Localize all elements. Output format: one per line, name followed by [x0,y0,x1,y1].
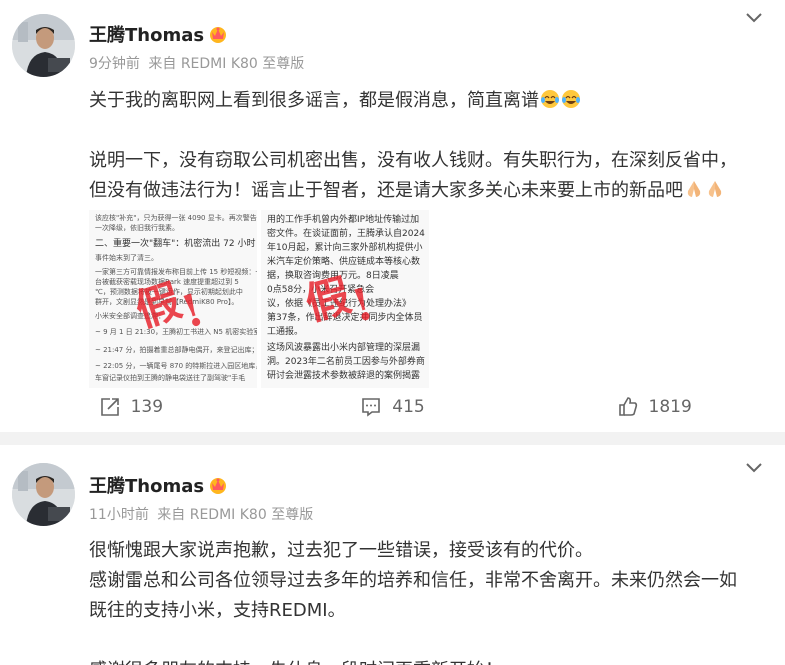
user-name-text[interactable]: 王腾Thomas [89,25,204,46]
post-text-line: 说明一下，没有窃取公司机密出售，没有收人钱财。有失职行为，在深刻反省中， [89,150,737,171]
image-text-line: 研讨会泄露技术参数被辞退的案例揭露 [267,371,421,381]
comment-button[interactable]: 415 [262,387,524,427]
pray-emoji [687,181,701,197]
post-meta: 9分钟前 来自 REDMI K80 至尊版 [89,53,308,73]
image-text-line: 米汽车定价策略、供应链成本等核心数 [267,257,421,267]
post-text-line: 很惭愧跟大家说声抱歉，过去犯了一些错误，接受该有的代价。 [89,540,593,561]
laugh-cry-emoji [562,90,580,108]
avatar-photo [12,463,75,526]
image-text-line: 年10月起，累计向三家外部机构提供小 [267,243,423,253]
post-image-1[interactable]: 该应核"补充"，只为获得一张 4090 显卡。再次警告， 一次降级，依旧我行我素… [89,210,257,388]
vip-crown-icon [210,27,227,43]
post-text-line: 感谢雷总和公司各位领导过去多年的培养和信任，非常不舍离开。未来仍然会一如 [89,570,737,591]
user-avatar[interactable] [12,14,75,77]
image-text-line: 洞。2023年二名前员工因参与外部券商 [267,357,425,367]
image-text-line: 该应核"补充"，只为获得一张 4090 显卡。再次警告， [95,214,257,222]
post-text-line: 关于我的离职网上看到很多谣言，都是假消息，简直离谱 [89,86,769,116]
image-text-line: 车窗记录仪拍到王腾的静电袋送往了副驾驶"手毛 [95,374,246,382]
avatar-photo [12,14,75,77]
vip-crown-icon [210,478,227,494]
user-avatar[interactable] [12,463,75,526]
user-name-text[interactable]: 王腾Thomas [89,476,204,497]
post-image-2[interactable]: 用的工作手机曾内外都IP地址传输过加 密文件。在谈证面前，王腾承认自2024 年… [261,210,429,388]
image-text-line: 一次降级，依旧我行我素。 [95,224,179,232]
post-actions: 139 415 1819 [0,387,785,427]
post-text-line: 既往的支持小米，支持REDMI。 [89,600,346,621]
chevron-down-icon[interactable] [745,462,763,474]
post-text-line [89,116,769,146]
chevron-down-icon[interactable] [745,12,763,24]
post-source: 来自 REDMI K80 至尊版 [157,507,314,523]
weibo-feed: 王腾Thomas 9分钟前 来自 REDMI K80 至尊版 关于我的离职网上看… [0,0,785,665]
like-count: 1819 [648,397,692,417]
share-icon [100,398,119,416]
post-card: 王腾Thomas 9分钟前 来自 REDMI K80 至尊版 关于我的离职网上看… [0,0,785,432]
user-name[interactable]: 王腾Thomas [89,21,228,47]
post-text: 关于我的离职网上看到很多谣言，都是假消息，简直离谱 说明一下，没有窃取公司机密出… [89,86,769,206]
post-images: 该应核"补充"，只为获得一张 4090 显卡。再次警告， 一次降级，依旧我行我素… [89,210,429,388]
like-button[interactable]: 1819 [523,387,785,427]
comment-icon [362,398,381,417]
laugh-cry-emoji [541,90,559,108]
post-text-line [89,626,769,656]
image-text-line: 这场风波暴露出小米内部管理的深层漏 [267,343,421,353]
post-time[interactable]: 11小时前 [89,507,149,523]
user-name[interactable]: 王腾Thomas [89,472,228,498]
like-icon [618,397,637,416]
comment-count: 415 [392,397,425,417]
share-count: 139 [130,397,164,417]
pray-emoji [708,181,722,197]
post-meta: 11小时前 来自 REDMI K80 至尊版 [89,504,317,524]
image-text-line: 一家第三方可靠情报发布称目前上传 15 秒短视频：一 [95,268,257,276]
post-text-line: 但没有做违法行为！谣言止于智者，还是请大家多关心未来要上市的新品吧 [89,176,769,206]
post-time[interactable]: 9分钟前 [89,56,140,72]
post-card: 王腾Thomas 11小时前 来自 REDMI K80 至尊版 很惭愧跟大家说声… [0,445,785,665]
image-text-line: 二、重要一次"翻车"：机密流出 72 小时 [95,239,256,249]
post-source: 来自 REDMI K80 至尊版 [148,56,305,72]
post-text: 很惭愧跟大家说声抱歉，过去犯了一些错误，接受该有的代价。 感谢雷总和公司各位领导… [89,536,769,665]
post-text-line: 感谢很多朋友的支持，先休息一段时间再重新开始！ [89,656,769,665]
image-text-line: 用的工作手机曾内外都IP地址传输过加 [267,215,420,225]
image-text-line: ~ 22:05 分，一辆尾号 870 的特斯拉进入园区地库， [95,362,257,370]
image-text-line: 密文件。在谈证面前，王腾承认自2024 [267,229,425,239]
image-text-line: ~ 21:47 分，拍摄着重总部静电偶开，来登记出库； [95,346,257,354]
image-text-line: 工通报。 [267,327,304,337]
share-button[interactable]: 139 [0,387,262,427]
image-text-line: 事件始末到了清三。 [95,254,158,262]
